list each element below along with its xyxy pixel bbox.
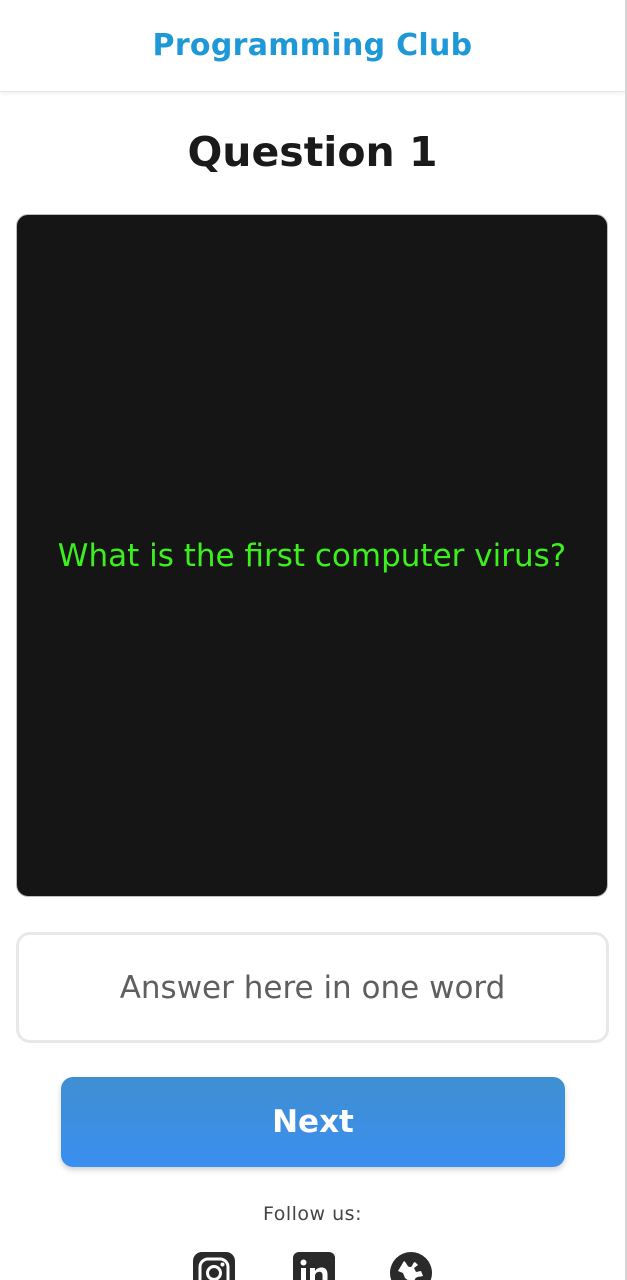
question-text: What is the first computer virus? [57,537,567,574]
social-links [193,1252,433,1280]
globe-icon[interactable] [390,1252,432,1280]
follow-us-label: Follow us: [263,1203,362,1225]
quiz-page: Programming Club Question 1 What is the … [0,0,627,1280]
question-heading: Question 1 [187,128,438,176]
app-title: Programming Club [152,28,473,63]
app-header: Programming Club [0,0,625,92]
answer-input[interactable] [16,932,609,1043]
linkedin-icon[interactable] [293,1252,335,1280]
question-card: What is the first computer virus? [16,214,608,897]
next-button[interactable]: Next [61,1077,565,1167]
instagram-icon[interactable] [193,1252,235,1280]
